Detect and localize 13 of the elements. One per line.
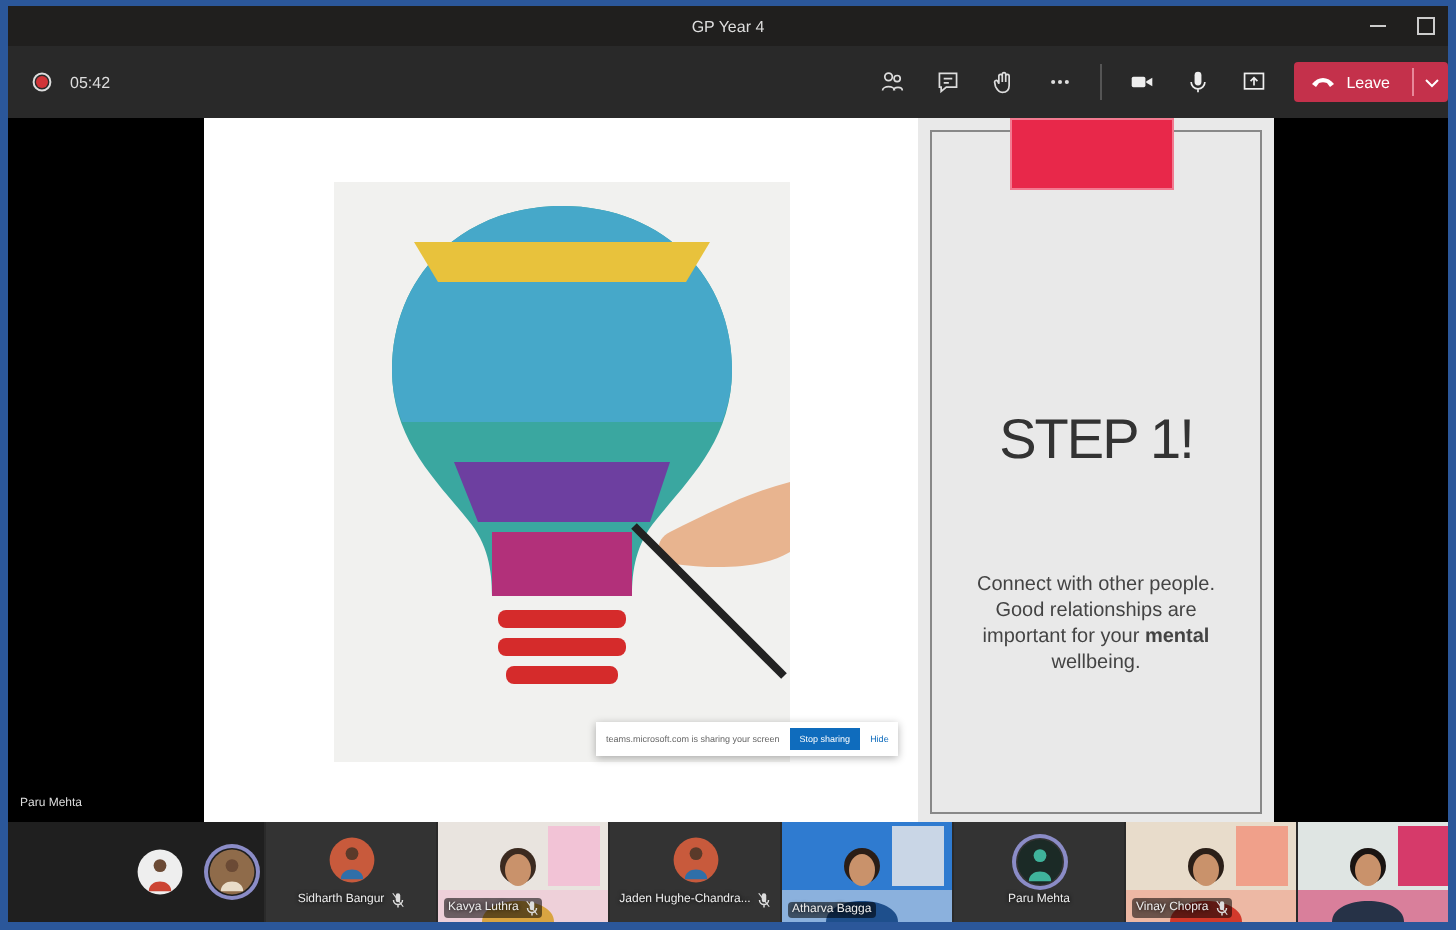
slide-text: Connect with other people. Good relationships are important for your mental wellbeing. (975, 572, 1217, 676)
chat-icon[interactable] (936, 70, 961, 94)
maximize-icon[interactable] (1416, 16, 1436, 36)
phone-icon (1310, 74, 1337, 90)
share-screen-icon[interactable] (1242, 70, 1267, 94)
window-title: GP Year 4 (691, 17, 765, 35)
people-icon[interactable] (880, 70, 905, 94)
call-duration: 05:42 (70, 73, 111, 91)
leave-button[interactable]: Leave (1294, 62, 1448, 102)
slide-heading: STEP 1! (999, 408, 1193, 472)
participant-tile[interactable] (8, 822, 264, 922)
caret-icon[interactable] (1424, 77, 1440, 87)
microphone-icon[interactable] (1186, 70, 1211, 94)
